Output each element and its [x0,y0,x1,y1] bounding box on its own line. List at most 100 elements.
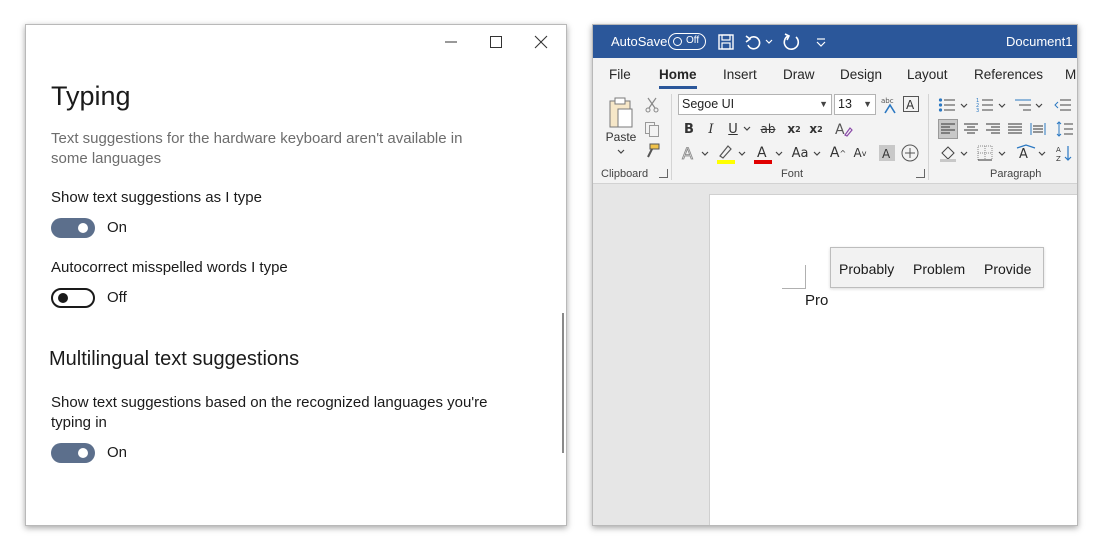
undo-dropdown-icon[interactable] [763,31,775,53]
close-icon[interactable] [529,31,553,53]
shrink-font-button[interactable]: Av [851,143,869,163]
italic-button[interactable]: I [702,119,720,139]
font-launcher-icon[interactable] [916,169,925,178]
chevron-down-icon[interactable] [959,148,969,160]
align-center-icon[interactable] [961,119,981,139]
word-window: AutoSave Off Document1 File Home Insert … [592,24,1078,526]
svg-text:A: A [682,144,693,163]
svg-text:A: A [757,145,767,161]
spelling-icon[interactable]: abc [880,95,900,115]
superscript-button[interactable]: x2 [807,119,825,139]
clear-formatting-icon[interactable]: A [902,95,920,113]
decrease-indent-icon[interactable] [1053,96,1073,114]
asian-layout-icon[interactable]: A [1015,143,1037,163]
tab-layout[interactable]: Layout [907,67,948,82]
multilingual-toggle[interactable] [51,443,95,463]
maximize-icon[interactable] [484,31,508,53]
scrollbar[interactable] [562,313,564,453]
text-effects-icon[interactable]: A [833,119,853,139]
justify-icon[interactable] [1005,119,1025,139]
superscript-marker: 2 [817,124,823,134]
highlight-icon[interactable] [715,143,737,165]
font-size-select[interactable]: 13 ▼ [834,94,876,115]
format-painter-icon[interactable] [643,142,661,160]
svg-text:A: A [882,147,891,161]
save-icon[interactable] [715,31,737,53]
margin-corner-mark [782,265,806,289]
tab-insert[interactable]: Insert [723,67,757,82]
strikethrough-button[interactable]: ab [757,119,779,139]
chevron-down-icon[interactable] [737,148,747,160]
multilingual-state: On [107,444,128,461]
tab-draw[interactable]: Draw [783,67,815,82]
customize-toolbar-icon[interactable] [810,31,832,53]
suggestion-item[interactable]: Probably [839,261,894,277]
sort-icon[interactable]: AZ [1055,143,1075,163]
tab-mailings[interactable]: M [1065,67,1076,82]
font-color-icon[interactable]: A [752,143,774,165]
ribbon: Paste Clipboard Segoe UI ▼ 13 ▼ abc A B … [593,90,1077,184]
borders-icon[interactable] [975,143,995,163]
align-left-icon[interactable] [938,119,958,139]
chevron-down-icon[interactable] [1034,100,1044,112]
tab-design[interactable]: Design [840,67,882,82]
font-name-select[interactable]: Segoe UI ▼ [678,94,832,115]
clipboard-group-label: Clipboard [601,168,649,180]
clipboard-launcher-icon[interactable] [659,169,668,178]
text-outline-icon[interactable]: A [680,143,700,163]
underline-button[interactable]: U [724,119,742,139]
shading-icon[interactable] [938,143,958,163]
show-suggestions-toggle[interactable] [51,218,95,238]
tab-home[interactable]: Home [659,67,697,82]
undo-icon[interactable] [743,31,765,53]
bullets-icon[interactable] [937,96,957,114]
document-page[interactable]: Pro Probably Problem Provide [709,194,1077,525]
multilevel-list-icon[interactable] [1013,96,1033,114]
cut-icon[interactable] [643,96,661,114]
document-name: Document1 [1006,34,1073,49]
bold-button[interactable]: B [680,119,698,139]
grow-font-button[interactable]: A ^ [829,143,847,163]
minimize-icon[interactable] [439,31,463,53]
character-shading-icon[interactable]: A [879,145,895,161]
paste-dropdown-icon[interactable] [615,146,627,158]
chevron-down-icon[interactable] [774,148,784,160]
align-right-icon[interactable] [983,119,1003,139]
chevron-down-icon[interactable] [812,148,822,160]
paste-button[interactable]: Paste [605,130,637,144]
tab-file[interactable]: File [609,67,631,82]
numbering-icon[interactable]: 123 [975,96,995,114]
line-spacing-icon[interactable] [1055,119,1075,139]
chevron-down-icon[interactable] [997,148,1007,160]
shrink-font-caret: v [861,148,867,158]
font-color-swatch [754,160,772,164]
autocorrect-toggle[interactable] [51,288,95,308]
change-case-button[interactable]: Aa [788,143,812,163]
autosave-toggle[interactable]: Off [668,33,706,50]
ribbon-tabs: File Home Insert Draw Design Layout Refe… [593,58,1077,90]
suggestion-item[interactable]: Provide [984,261,1031,277]
chevron-down-icon[interactable] [700,148,710,160]
enclose-characters-icon[interactable] [901,144,919,162]
document-text[interactable]: Pro [805,292,828,309]
suggestion-item[interactable]: Problem [913,261,965,277]
superscript-label: x [809,122,818,136]
autosave-label: AutoSave [611,34,668,49]
chevron-down-icon[interactable] [997,100,1007,112]
paste-icon[interactable] [607,96,635,130]
underline-dropdown-icon[interactable] [742,123,752,135]
svg-text:Z: Z [1056,155,1061,162]
distributed-icon[interactable] [1028,119,1048,139]
subscript-button[interactable]: x2 [785,119,803,139]
grow-font-label: A [829,145,840,161]
chevron-down-icon[interactable] [1037,148,1047,160]
chevron-down-icon[interactable] [959,100,969,112]
group-separator [671,94,672,180]
tab-references[interactable]: References [974,67,1043,82]
document-area: Pro Probably Problem Provide [593,185,1077,525]
chevron-down-icon: ▼ [863,99,872,109]
settings-window: Typing Text suggestions for the hardware… [25,24,567,526]
autocorrect-label: Autocorrect misspelled words I type [51,259,288,276]
copy-icon[interactable] [643,120,661,138]
redo-icon[interactable] [781,31,803,53]
